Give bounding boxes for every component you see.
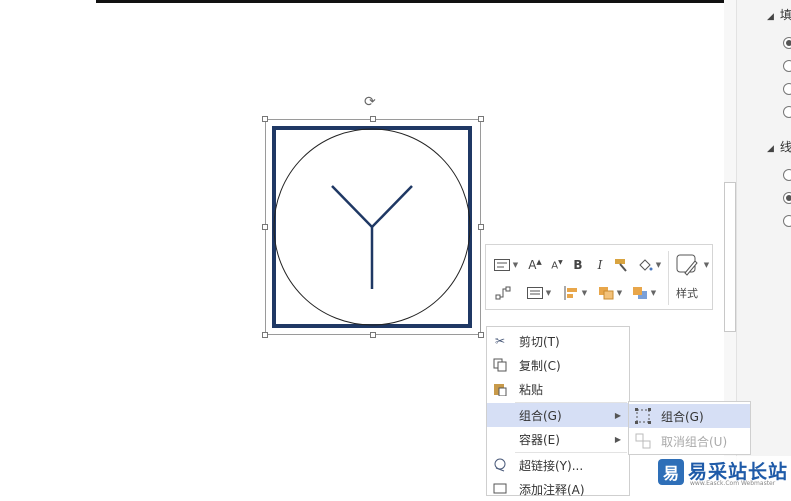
- fill-option-radio-2[interactable]: [783, 60, 791, 72]
- shape-fill-button[interactable]: ▼: [634, 255, 664, 275]
- grow-font-button[interactable]: A▲: [526, 255, 544, 275]
- resize-handle-e[interactable]: [478, 224, 484, 230]
- rotate-handle-icon[interactable]: ⟳: [364, 94, 376, 110]
- mini-toolbar: ▼ A▲ A▼ B I ▼ ▼ ▼ ▼ ▼ ▼ 样式: [485, 244, 713, 310]
- text-box-icon: [493, 259, 510, 271]
- dropdown-arrow-icon: ▼: [616, 289, 623, 297]
- resize-handle-se[interactable]: [478, 332, 484, 338]
- submenu-item-group[interactable]: 组合(G): [629, 404, 750, 428]
- align-text-icon: [526, 287, 543, 299]
- panel-section-label: 填: [779, 8, 791, 22]
- menu-item-label: 粘贴: [519, 382, 544, 397]
- align-text-button[interactable]: ▼: [524, 283, 554, 303]
- menu-item-hyperlink[interactable]: 超链接(Y)...: [487, 453, 629, 477]
- menu-item-cut[interactable]: ✂ 剪切(T): [487, 329, 629, 353]
- italic-icon: I: [597, 258, 603, 272]
- menu-item-container[interactable]: 容器(E) ▶: [487, 427, 629, 451]
- menu-item-label: 容器(E): [519, 432, 560, 447]
- watermark-subtext: www.Easck.Com Webmaster: [690, 480, 776, 487]
- line-option-radio-3[interactable]: [783, 215, 791, 227]
- collapse-triangle-icon: ◢: [767, 144, 774, 154]
- dropdown-arrow-icon: ▼: [512, 261, 519, 269]
- line-option-radio-2[interactable]: [783, 192, 791, 204]
- shrink-font-button[interactable]: A▼: [548, 255, 566, 275]
- resize-handle-s[interactable]: [370, 332, 376, 338]
- menu-item-copy[interactable]: 复制(C): [487, 353, 629, 377]
- resize-handle-sw[interactable]: [262, 332, 268, 338]
- fill-option-radio-4[interactable]: [783, 106, 791, 118]
- menu-item-label: 复制(C): [519, 358, 561, 373]
- text-box-button[interactable]: ▼: [490, 255, 522, 275]
- paint-bucket-icon: [639, 259, 653, 271]
- resize-handle-ne[interactable]: [478, 116, 484, 122]
- resize-handle-w[interactable]: [262, 224, 268, 230]
- dropdown-arrow-icon: ▼: [581, 289, 588, 297]
- submenu-arrow-icon: ▶: [614, 434, 621, 444]
- shrink-font-icon: A▼: [551, 258, 563, 272]
- paste-icon: [491, 380, 509, 398]
- bring-forward-icon: [598, 287, 614, 300]
- grow-font-icon: A▲: [528, 258, 542, 272]
- menu-item-label: 超链接(Y)...: [519, 458, 584, 473]
- send-backward-button[interactable]: ▼: [628, 283, 660, 303]
- line-option-radio-1[interactable]: [783, 169, 791, 181]
- bring-forward-button[interactable]: ▼: [594, 283, 626, 303]
- fill-option-radio-3[interactable]: [783, 83, 791, 95]
- submenu-arrow-icon: ▶: [614, 410, 621, 420]
- scissors-icon: ✂: [494, 334, 506, 348]
- panel-section-label: 线: [779, 140, 791, 154]
- submenu-item-label: 取消组合(U): [661, 434, 728, 449]
- menu-item-group[interactable]: 组合(G) ▶: [487, 403, 629, 427]
- submenu-item-ungroup[interactable]: 取消组合(U): [629, 429, 750, 453]
- bold-button[interactable]: B: [570, 255, 586, 275]
- group-icon: [635, 408, 651, 424]
- watermark-logo-icon: 易: [658, 459, 684, 485]
- submenu-item-label: 组合(G): [661, 409, 704, 424]
- align-left-icon: [564, 286, 577, 300]
- align-objects-button[interactable]: ▼: [560, 283, 590, 303]
- format-painter-button[interactable]: [612, 255, 632, 275]
- context-menu: ✂ 剪切(T) 复制(C) 粘贴 组合(G) ▶ 容器(E) ▶ 超链接(Y).…: [486, 326, 630, 497]
- fill-option-radio-1[interactable]: [783, 37, 791, 49]
- resize-handle-nw[interactable]: [262, 116, 268, 122]
- menu-item-paste[interactable]: 粘贴: [487, 377, 629, 401]
- dropdown-arrow-icon: ▼: [655, 261, 662, 269]
- dropdown-arrow-icon: ▼: [545, 289, 552, 297]
- selection-frame: [265, 119, 481, 335]
- ungroup-icon: [635, 433, 651, 449]
- send-backward-icon: [632, 287, 647, 299]
- connector-button[interactable]: [492, 283, 514, 303]
- comment-icon: [491, 480, 509, 498]
- menu-item-add-comment[interactable]: 添加注释(A): [487, 477, 629, 501]
- italic-button[interactable]: I: [592, 255, 608, 275]
- panel-section-fill[interactable]: ◢ 填: [767, 6, 791, 23]
- shape-style-icon: [676, 254, 698, 276]
- dropdown-arrow-icon: ▼: [650, 289, 657, 297]
- dropdown-arrow-icon: ▼: [703, 261, 710, 269]
- menu-item-label: 组合(G): [519, 408, 562, 423]
- menu-item-label: 剪切(T): [519, 334, 560, 349]
- toolbar-separator: [668, 251, 669, 305]
- resize-handle-n[interactable]: [370, 116, 376, 122]
- group-submenu: 组合(G) 取消组合(U): [628, 401, 751, 455]
- menu-item-label: 添加注释(A): [519, 482, 585, 497]
- style-label: 样式: [676, 287, 698, 300]
- scrollbar-thumb[interactable]: [724, 182, 736, 332]
- connector-icon: [495, 286, 511, 300]
- style-button[interactable]: ▼: [674, 251, 710, 279]
- watermark: 易 易采站长站 www.Easck.Com Webmaster: [656, 456, 791, 490]
- bold-icon: B: [573, 258, 583, 272]
- document-top-border: [96, 0, 724, 3]
- collapse-triangle-icon: ◢: [767, 12, 774, 22]
- format-painter-icon: [615, 259, 627, 272]
- panel-section-line[interactable]: ◢ 线: [767, 138, 791, 155]
- hyperlink-icon: [491, 456, 509, 474]
- copy-icon: [491, 356, 509, 374]
